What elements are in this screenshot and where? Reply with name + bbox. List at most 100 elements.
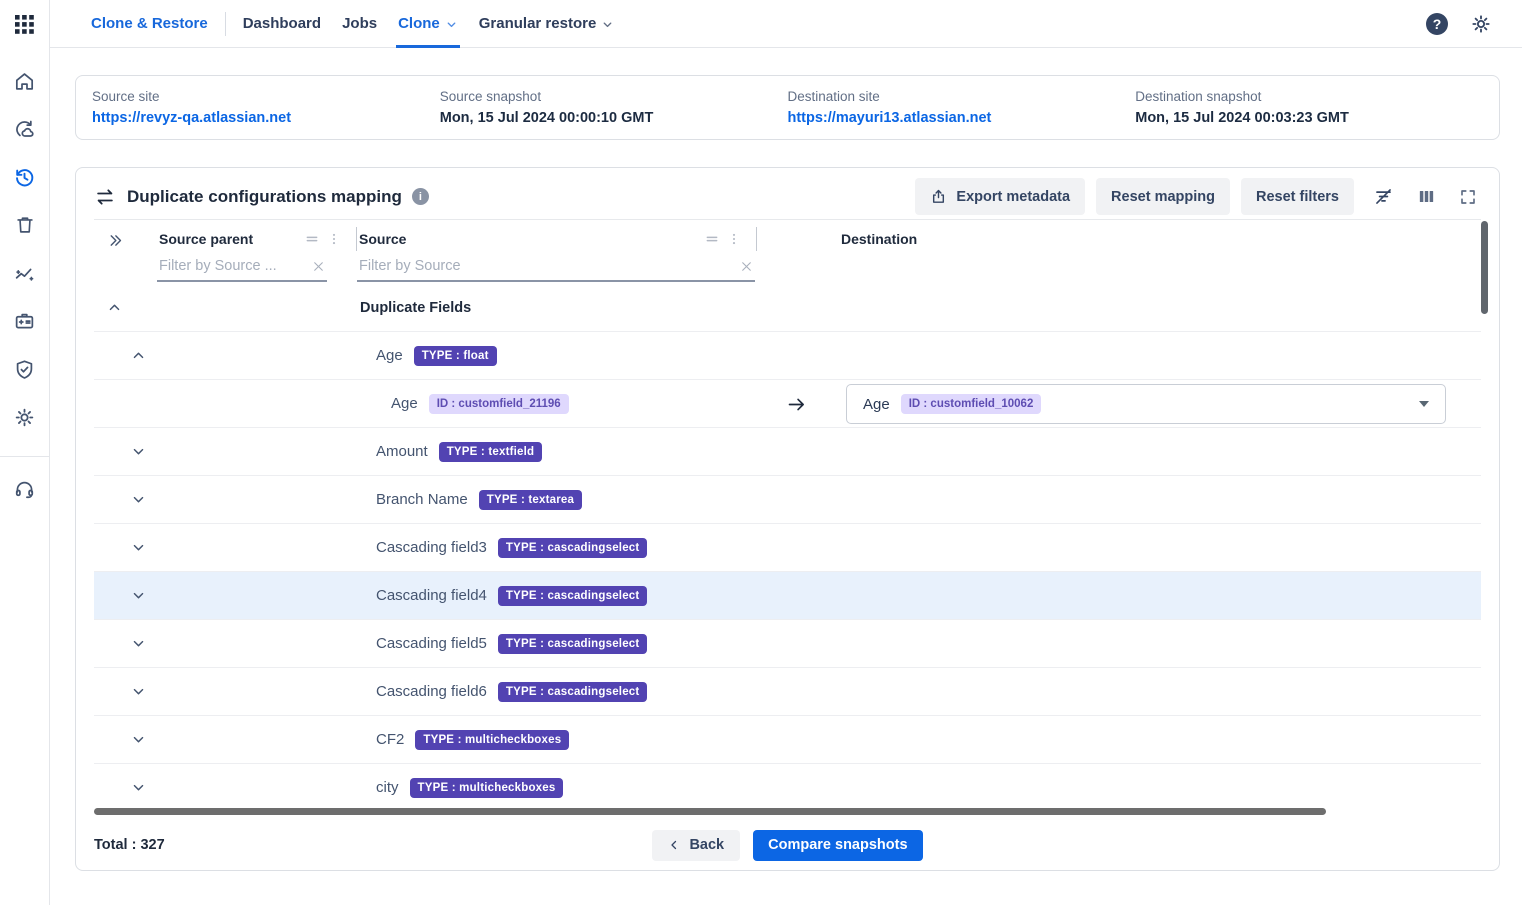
column-menu-icon[interactable] <box>727 232 741 246</box>
compare-snapshots-button[interactable]: Compare snapshots <box>753 830 922 861</box>
columns-icon-button[interactable] <box>1413 183 1440 210</box>
help-icon[interactable]: ? <box>1426 13 1448 35</box>
field-label: Cascading field4 <box>376 587 487 604</box>
chevron-down-icon[interactable] <box>131 444 146 459</box>
export-metadata-button[interactable]: Export metadata <box>915 178 1085 215</box>
tab-clone[interactable]: Clone <box>398 0 458 48</box>
clear-filters-icon-button[interactable] <box>1369 182 1398 211</box>
destination-site-label: Destination site <box>788 89 1136 104</box>
sidebar-item-security-shield[interactable] <box>0 345 50 393</box>
reset-mapping-button[interactable]: Reset mapping <box>1096 178 1230 215</box>
destination-site-link[interactable]: https://mayuri13.atlassian.net <box>788 110 1136 126</box>
settings-gear-icon[interactable] <box>1470 13 1492 35</box>
type-badge: TYPE : float <box>414 346 497 366</box>
arrow-right-icon <box>786 394 807 415</box>
panel-toolbar: Export metadata Reset mapping Reset filt… <box>915 178 1481 215</box>
home-icon <box>13 70 36 93</box>
source-snapshot-value: Mon, 15 Jul 2024 00:00:10 GMT <box>440 110 788 126</box>
source-site-link[interactable]: https://revyz-qa.atlassian.net <box>92 110 440 126</box>
destination-site-block: Destination site https://mayuri13.atlass… <box>788 89 1136 126</box>
top-bar: Clone & Restore Dashboard Jobs Clone Granul… <box>50 0 1522 48</box>
clear-filter-icon[interactable] <box>740 260 753 273</box>
field-row: Branch NameTYPE : textarea <box>94 476 1481 524</box>
app-title[interactable]: Clone & Restore <box>91 15 208 32</box>
trash-icon <box>14 214 36 236</box>
source-site-block: Source site https://revyz-qa.atlassian.n… <box>92 89 440 126</box>
chevron-up-icon[interactable] <box>131 348 146 363</box>
chevron-down-icon[interactable] <box>131 588 146 603</box>
type-badge: TYPE : cascadingselect <box>498 634 648 654</box>
destination-field-select[interactable]: Age ID : customfield_10062 <box>846 384 1446 424</box>
swap-arrows-icon <box>94 186 116 208</box>
source-site-label: Source site <box>92 89 440 104</box>
sidebar-item-settings[interactable] <box>0 393 50 441</box>
topbar-actions: ? <box>1426 13 1492 35</box>
type-badge: TYPE : cascadingselect <box>498 538 648 558</box>
sidebar-item-clone[interactable] <box>0 105 50 153</box>
field-label: Amount <box>376 443 428 460</box>
source-snapshot-label: Source snapshot <box>440 89 788 104</box>
destination-snapshot-value: Mon, 15 Jul 2024 00:03:23 GMT <box>1135 110 1483 126</box>
horizontal-scrollbar[interactable] <box>94 808 1326 815</box>
source-parent-header-tools <box>304 227 357 251</box>
source-filter <box>357 252 755 282</box>
field-row: Amount TYPE : textfield <box>94 428 1481 476</box>
sidebar-item-support-headset[interactable] <box>0 465 50 513</box>
type-badge: TYPE : multicheckboxes <box>410 778 564 798</box>
expand-all-icon[interactable] <box>94 220 157 284</box>
field-label: Cascading field5 <box>376 635 487 652</box>
source-filter-input[interactable] <box>357 258 755 274</box>
main-content: Source site https://revyz-qa.atlassian.n… <box>50 48 1522 871</box>
fullscreen-icon-button[interactable] <box>1455 184 1481 210</box>
field-row: Cascading field3TYPE : cascadingselect <box>94 524 1481 572</box>
back-button[interactable]: Back <box>652 830 740 861</box>
app-switcher-grid-icon[interactable] <box>0 0 49 48</box>
tab-label: Dashboard <box>243 15 321 32</box>
table-header: Source parent <box>94 219 1481 284</box>
tab-label: Clone <box>398 15 440 32</box>
back-label: Back <box>689 837 724 853</box>
analytics-icon <box>13 262 36 285</box>
destination-header: Destination <box>839 231 917 247</box>
source-parent-filter-input[interactable] <box>157 258 327 274</box>
chevron-down-icon[interactable] <box>131 684 146 699</box>
field-row: Cascading field6TYPE : cascadingselect <box>94 668 1481 716</box>
field-row: Age TYPE : float <box>94 332 1481 380</box>
tab-jobs[interactable]: Jobs <box>342 0 377 48</box>
column-menu-icon[interactable] <box>327 232 341 246</box>
field-row: Cascading field4TYPE : cascadingselect <box>94 572 1481 620</box>
chevron-down-icon[interactable] <box>131 636 146 651</box>
security-shield-icon <box>13 358 36 381</box>
sidebar-item-license-badge[interactable] <box>0 297 50 345</box>
vertical-scrollbar[interactable] <box>1481 221 1488 314</box>
sidebar-item-analytics[interactable] <box>0 249 50 297</box>
sidebar-item-home[interactable] <box>0 57 50 105</box>
chevron-down-icon[interactable] <box>131 732 146 747</box>
info-icon[interactable]: i <box>412 188 429 205</box>
tab-dashboard[interactable]: Dashboard <box>243 0 321 48</box>
type-badge: TYPE : textarea <box>479 490 582 510</box>
export-metadata-label: Export metadata <box>956 189 1070 205</box>
sidebar-item-trash[interactable] <box>0 201 50 249</box>
type-badge: TYPE : cascadingselect <box>498 682 648 702</box>
primary-nav: Dashboard Jobs Clone Granular restore <box>243 0 636 48</box>
type-badge: TYPE : textfield <box>439 442 543 462</box>
sidebar-item-restore-history[interactable] <box>0 153 50 201</box>
field-row: Cascading field5 TYPE : cascadingselect <box>94 620 1481 668</box>
chevron-up-icon[interactable] <box>107 300 122 315</box>
chevron-down-icon[interactable] <box>131 780 146 795</box>
chevron-down-icon[interactable] <box>131 492 146 507</box>
field-label: Age <box>376 347 403 364</box>
panel-header: Duplicate configurations mapping i Expor… <box>94 168 1481 210</box>
column-source: Source <box>357 220 757 284</box>
tab-granular-restore[interactable]: Granular restore <box>479 0 615 48</box>
destination-field-label: Age <box>863 396 890 413</box>
clear-filter-icon[interactable] <box>312 260 325 273</box>
destination-id-badge: ID : customfield_10062 <box>901 394 1042 414</box>
reset-filters-button[interactable]: Reset filters <box>1241 178 1354 215</box>
chevron-down-icon[interactable] <box>131 540 146 555</box>
drag-handle-icon[interactable] <box>304 231 320 247</box>
column-destination: Destination <box>757 220 1481 284</box>
source-header-tools <box>704 227 757 251</box>
drag-handle-icon[interactable] <box>704 231 720 247</box>
